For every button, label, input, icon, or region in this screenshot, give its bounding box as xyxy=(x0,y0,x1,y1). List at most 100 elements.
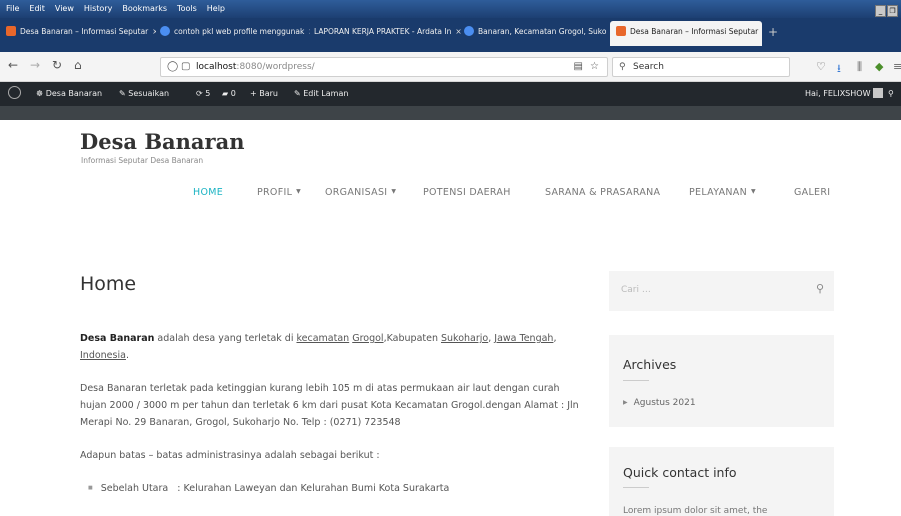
pocket-icon[interactable]: ♡ xyxy=(816,60,826,73)
browser-tab[interactable]: Desa Banaran – Informasi Seputar × xyxy=(6,21,156,43)
bookmark-star-icon[interactable]: ☆ xyxy=(590,58,599,76)
archive-link[interactable]: ▶ Agustus 2021 xyxy=(623,398,696,408)
quick-contact-text: Lorem ipsum dolor sit amet, the xyxy=(623,506,768,516)
menu-view[interactable]: View xyxy=(55,0,74,18)
sidebar-search-input[interactable]: Cari … xyxy=(621,285,651,295)
wordpress-logo-icon[interactable] xyxy=(8,82,21,106)
menu-file[interactable]: File xyxy=(6,0,19,18)
wordpress-icon xyxy=(6,26,16,36)
admin-site-name: Desa Banaran xyxy=(45,89,103,98)
browser-navbar: ← → ↻ ⌂ ◯ ▢ localhost:8080/wordpress/ ▤ … xyxy=(0,52,901,82)
admin-updates-link[interactable]: ⟳ 5 xyxy=(196,82,210,106)
search-icon: ⚲ xyxy=(619,62,626,72)
sidebar-search-widget[interactable]: Cari … ⚲ xyxy=(609,271,834,311)
update-icon: ⟳ xyxy=(196,89,203,98)
search-icon[interactable]: ⚲ xyxy=(888,82,894,106)
tab-bar: Desa Banaran – Informasi Seputar × contoh… xyxy=(0,18,901,52)
tab-label: Banaran, Kecamatan Grogol, Suko xyxy=(478,27,607,36)
quick-contact-title: Quick contact info xyxy=(623,465,737,480)
reader-view-icon[interactable]: ▤ xyxy=(574,58,583,76)
link-kecamatan[interactable]: kecamatan xyxy=(296,333,349,344)
nav-item-home[interactable]: HOME xyxy=(193,187,223,198)
nav-item-galeri[interactable]: GALERI xyxy=(794,187,830,198)
hamburger-menu-icon[interactable]: ≡ xyxy=(893,60,901,73)
comment-icon: ▰ xyxy=(222,89,229,98)
nav-item-pelayanan[interactable]: PELAYANAN ▼ xyxy=(689,187,756,198)
link-sukoharjo[interactable]: Sukoharjo xyxy=(441,333,488,344)
list-item: Sebelah Utara : Kelurahan Laweyan dan Ke… xyxy=(88,480,580,497)
archives-widget: Archives ▶ Agustus 2021 xyxy=(609,335,834,427)
minimize-icon[interactable]: _ xyxy=(875,5,886,17)
nav-item-profil[interactable]: PROFIL ▼ xyxy=(257,187,301,198)
menu-bookmarks[interactable]: Bookmarks xyxy=(122,0,167,18)
archives-title: Archives xyxy=(623,357,677,372)
plus-icon: + xyxy=(250,89,257,98)
nav-label: PROFIL xyxy=(257,187,293,198)
site-title[interactable]: Desa Banaran xyxy=(80,129,244,154)
admin-comments-count: 0 xyxy=(230,89,236,98)
village-name: Desa Banaran xyxy=(80,333,155,344)
admin-new-link[interactable]: + Baru xyxy=(250,82,278,106)
search-icon[interactable]: ⚲ xyxy=(816,282,824,295)
admin-comments-link[interactable]: ▰ 0 xyxy=(222,82,236,106)
nav-label: SARANA & PRASARANA xyxy=(545,187,661,198)
boundaries-list: Sebelah Utara : Kelurahan Laweyan dan Ke… xyxy=(88,480,580,497)
divider xyxy=(623,487,649,488)
shield-icon: ◯ xyxy=(167,61,179,72)
header-strip xyxy=(0,106,901,120)
chevron-down-icon: ▼ xyxy=(296,188,302,195)
brush-icon: ✎ xyxy=(119,89,126,98)
admin-updates-count: 5 xyxy=(205,89,211,98)
menu-edit[interactable]: Edit xyxy=(29,0,45,18)
link-indonesia[interactable]: Indonesia xyxy=(80,350,126,361)
url-bar[interactable]: ◯ ▢ localhost:8080/wordpress/ ▤ ☆ xyxy=(160,57,608,77)
nav-label: ORGANISASI xyxy=(325,187,388,198)
nav-item-organisasi[interactable]: ORGANISASI ▼ xyxy=(325,187,396,198)
library-icon[interactable]: ⫼ xyxy=(857,60,862,74)
menu-tools[interactable]: Tools xyxy=(177,0,197,18)
close-icon[interactable]: × xyxy=(308,27,310,36)
admin-site-link[interactable]: ☸ Desa Banaran xyxy=(36,82,102,106)
browser-tab[interactable]: LAPORAN KERJA PRAKTEK - Ardata In × xyxy=(314,21,464,43)
download-icon[interactable]: ⭳ xyxy=(837,60,841,79)
page-title: Home xyxy=(80,273,137,295)
close-icon[interactable]: × xyxy=(152,27,156,36)
nav-label: POTENSI DAERAH xyxy=(423,187,511,198)
menu-help[interactable]: Help xyxy=(207,0,225,18)
nav-item-potensi-daerah[interactable]: POTENSI DAERAH xyxy=(423,187,511,198)
restore-icon[interactable]: ❐ xyxy=(887,5,898,17)
text: , xyxy=(553,333,557,344)
search-bar[interactable]: ⚲ Search xyxy=(612,57,790,77)
browser-tab-active[interactable]: Desa Banaran – Informasi Seputar× xyxy=(610,21,762,46)
admin-customize-link[interactable]: ✎ Sesuaikan xyxy=(119,82,169,106)
new-tab-button[interactable]: + xyxy=(768,21,784,43)
close-icon[interactable]: × xyxy=(455,27,461,36)
url-text: localhost:8080/wordpress/ xyxy=(196,58,315,76)
admin-edit-link[interactable]: ✎ Edit Laman xyxy=(294,82,348,106)
browser-tab[interactable]: contoh pkl web profile menggunak× xyxy=(160,21,310,43)
admin-account-link[interactable]: Hai, FELIXSHOW xyxy=(805,82,884,106)
url-host: localhost xyxy=(196,62,237,72)
home-icon[interactable]: ⌂ xyxy=(74,58,82,72)
nav-label: GALERI xyxy=(794,187,831,198)
page-content: Desa Banaran adalah desa yang terletak d… xyxy=(80,330,580,497)
browser-tab[interactable]: Banaran, Kecamatan Grogol, Suko× xyxy=(464,21,612,43)
nav-item-sarana-prasarana[interactable]: SARANA & PRASARANA xyxy=(545,187,660,198)
text: ,Kabupaten xyxy=(383,333,441,344)
forward-icon[interactable]: → xyxy=(30,58,40,72)
link-jawa-tengah[interactable]: Jawa Tengah xyxy=(494,333,553,344)
reload-icon[interactable]: ↻ xyxy=(52,58,62,72)
divider xyxy=(623,380,649,381)
pencil-icon: ✎ xyxy=(294,89,301,98)
admin-new-label: Baru xyxy=(259,89,278,98)
link-grogol[interactable]: Grogol xyxy=(352,333,383,344)
avatar xyxy=(873,88,884,98)
extension-icon[interactable]: ◆ xyxy=(875,60,883,73)
menu-history[interactable]: History xyxy=(84,0,112,18)
tab-label: Desa Banaran – Informasi Seputar xyxy=(20,27,149,36)
back-icon[interactable]: ← xyxy=(8,58,18,72)
chrome-icon xyxy=(464,26,474,36)
boundaries-paragraph: Adapun batas – batas administrasinya ada… xyxy=(80,450,380,461)
admin-customize-label: Sesuaikan xyxy=(128,89,170,98)
caret-right-icon: ▶ xyxy=(623,399,628,406)
